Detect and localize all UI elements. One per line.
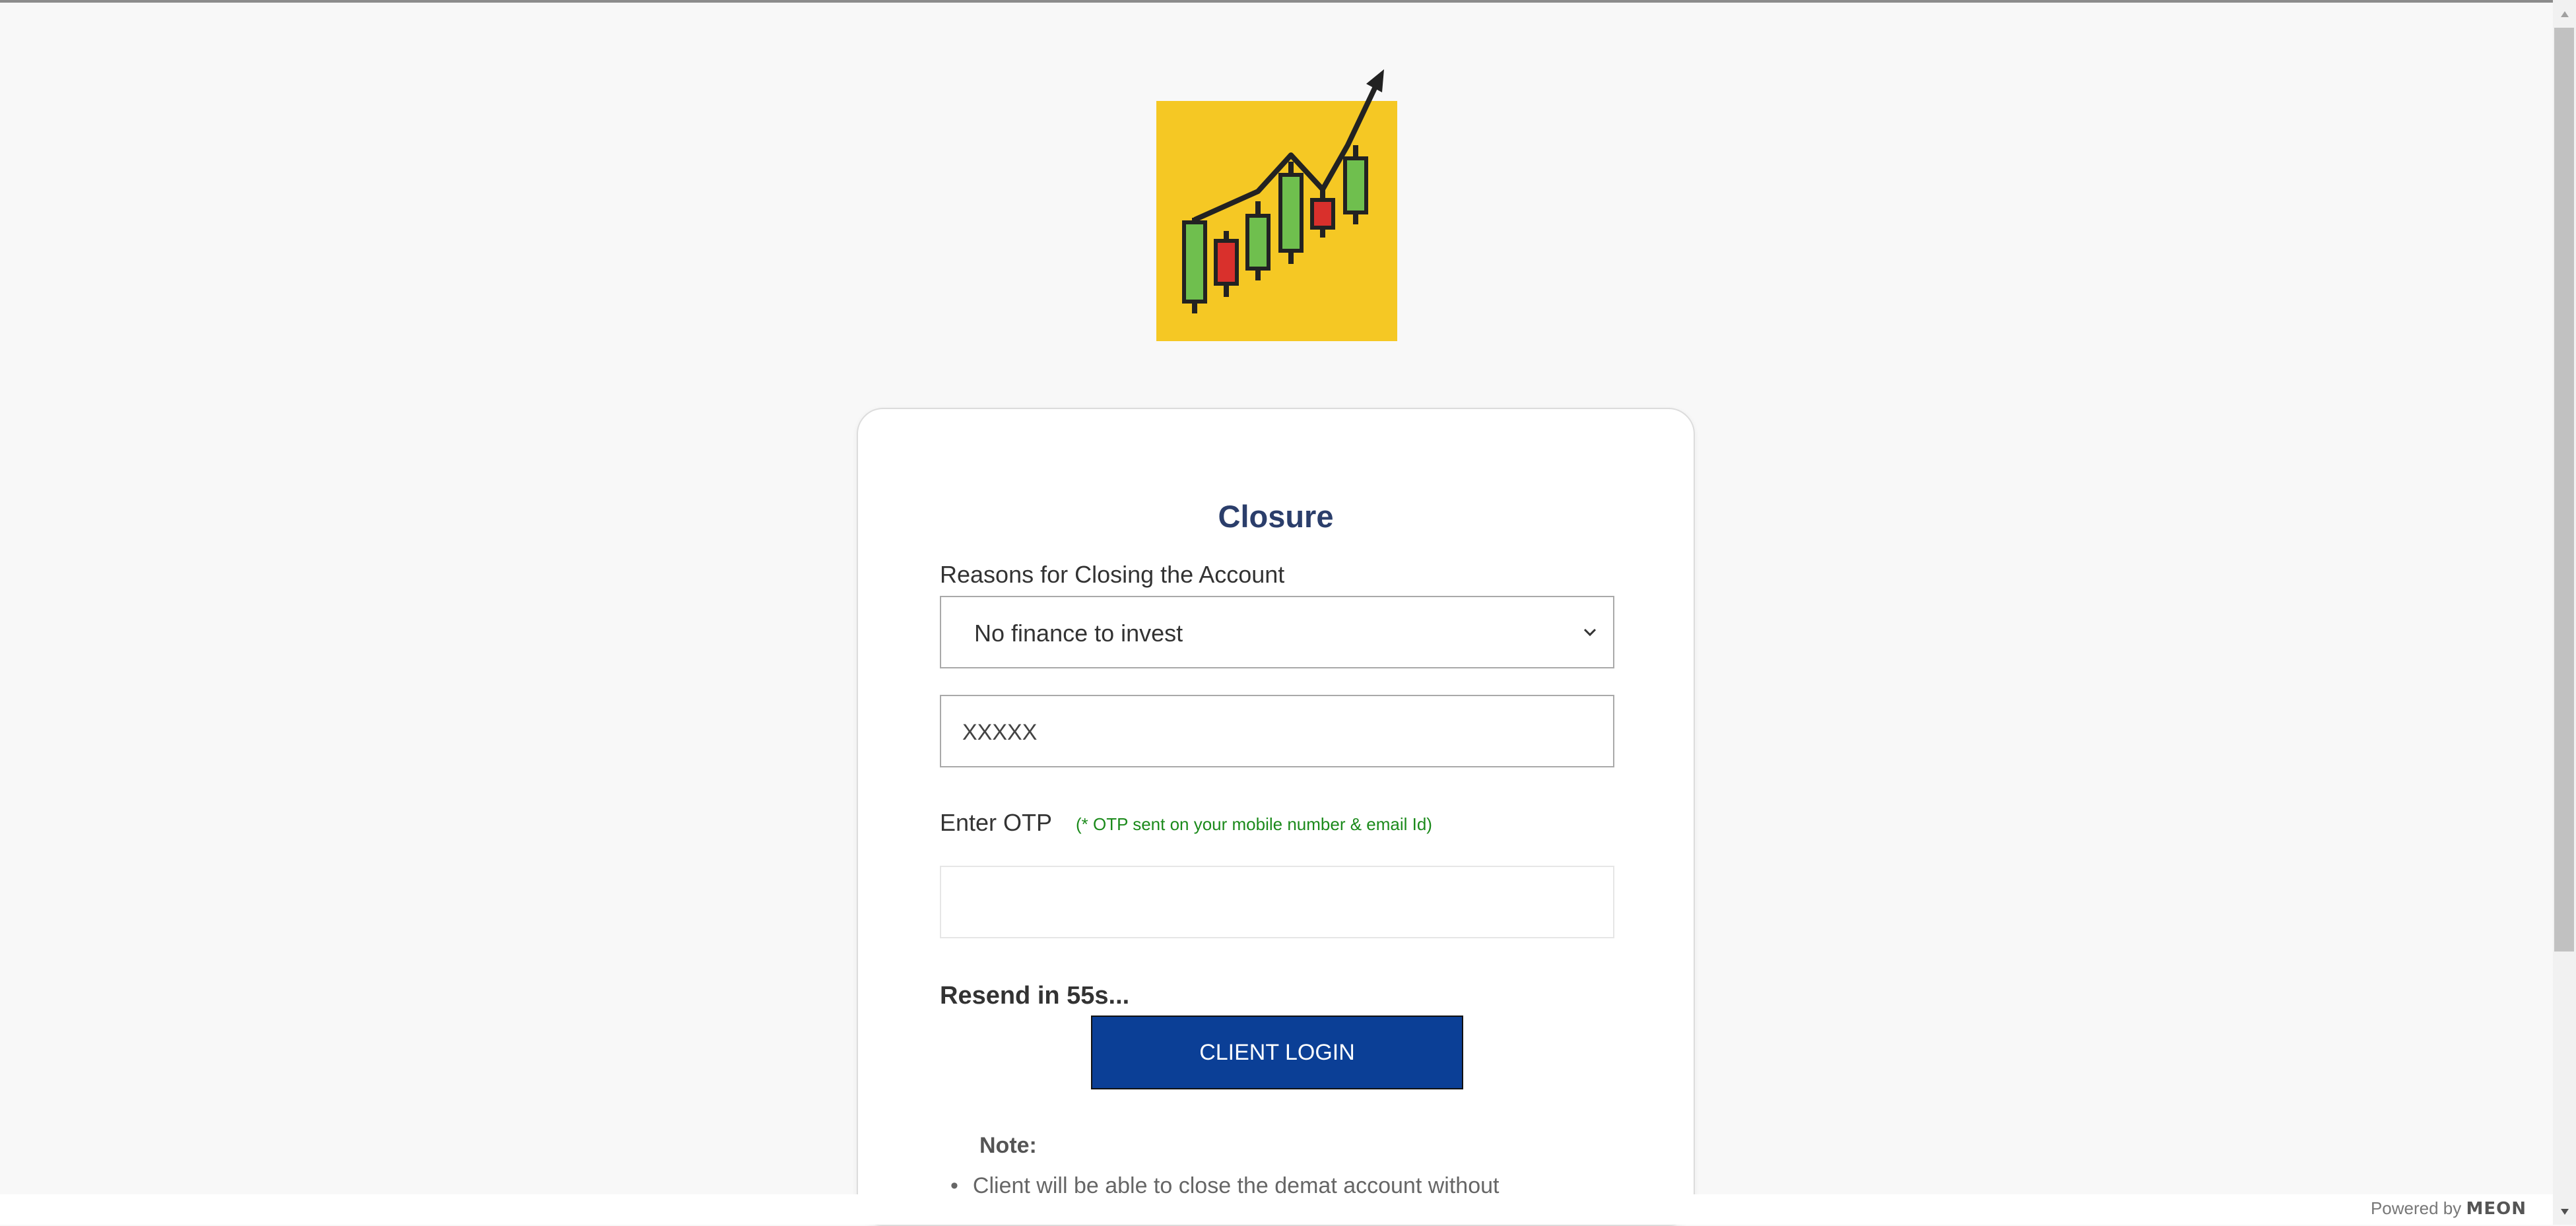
page-title: Closure — [1218, 499, 1334, 534]
reason-select-value: No finance to invest — [974, 620, 1183, 647]
scrollbar-thumb[interactable] — [2554, 28, 2574, 952]
otp-label: Enter OTP — [940, 809, 1053, 836]
top-border — [0, 0, 2576, 3]
bottom-bar — [0, 1194, 2553, 1225]
candlestick-chart-icon — [1156, 69, 1397, 341]
scroll-down-arrow-icon[interactable] — [2558, 1205, 2571, 1218]
powered-by-label: Powered by — [2370, 1198, 2462, 1218]
powered-by: Powered by MEON — [2371, 1198, 2526, 1219]
otp-hint: (* OTP sent on your mobile number & emai… — [1076, 814, 1432, 834]
note-title: Note: — [979, 1133, 1037, 1158]
client-id-input[interactable]: XXXXX — [940, 695, 1614, 767]
client-id-value: XXXXX — [962, 720, 1038, 745]
reason-label: Reasons for Closing the Account — [940, 561, 1285, 588]
reason-select[interactable]: No finance to invest — [940, 596, 1614, 668]
meon-logo: MEON — [2466, 1199, 2526, 1219]
chevron-down-icon — [1581, 624, 1599, 641]
client-login-button[interactable]: CLIENT LOGIN — [1091, 1016, 1463, 1089]
scroll-up-arrow-icon[interactable] — [2558, 8, 2571, 21]
otp-input[interactable] — [940, 866, 1614, 938]
resend-timer: Resend in 55s... — [940, 982, 1130, 1010]
